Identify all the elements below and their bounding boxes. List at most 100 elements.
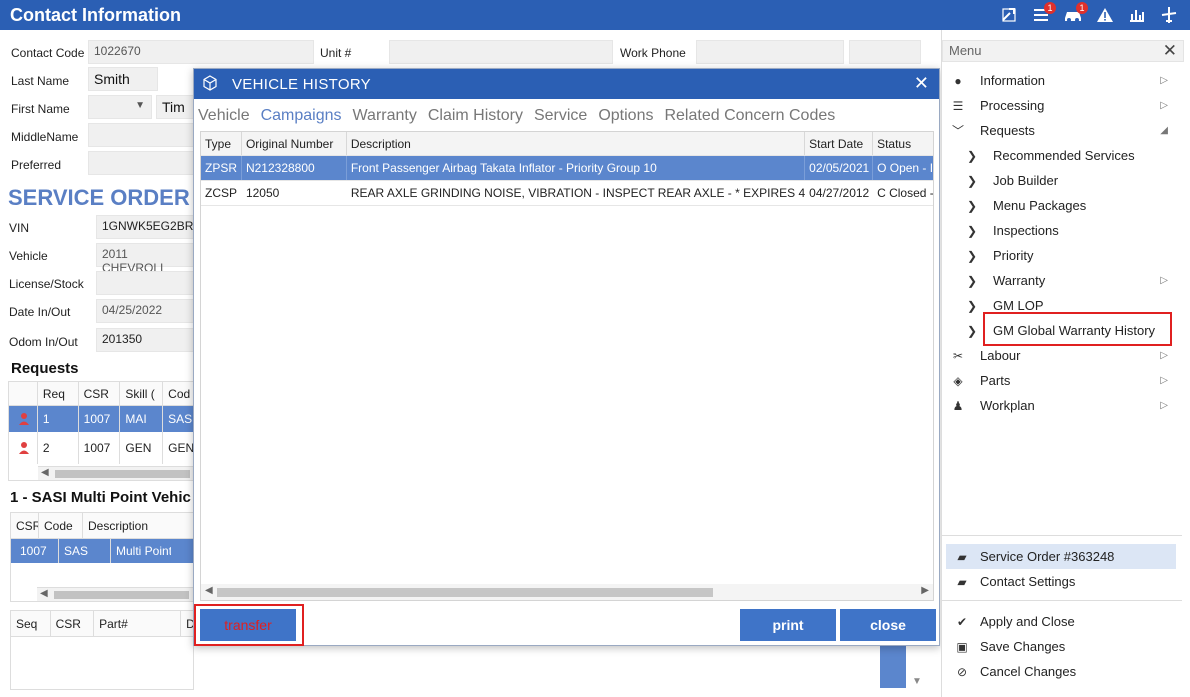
table-row[interactable]: ZPSR N212328800 Front Passenger Airbag T… <box>201 156 933 181</box>
table-hscrollbar[interactable]: ◀ ▶ <box>201 584 933 600</box>
scroll-right-icon[interactable]: ▶ <box>921 585 929 596</box>
col-header[interactable]: Seq <box>11 611 51 636</box>
work-phone-field[interactable] <box>696 40 844 64</box>
menu-item-job-builder[interactable]: ❯ Job Builder <box>942 168 1182 193</box>
menu-item-service-order[interactable]: ▰ Service Order #363248 <box>946 544 1176 569</box>
scroll-left-icon[interactable]: ◀ <box>40 588 48 599</box>
col-header[interactable]: Status <box>873 132 933 155</box>
col-header[interactable]: CSR <box>51 611 95 636</box>
menu-item-inspections[interactable]: ❯ Inspections <box>942 218 1182 243</box>
vertical-scroll-thumb[interactable] <box>880 644 906 688</box>
multipoint-scrollbar[interactable]: ◀ <box>37 587 193 601</box>
col-header[interactable]: Skill ( <box>120 382 164 405</box>
table-row[interactable]: ZCSP 12050 REAR AXLE GRINDING NOISE, VIB… <box>201 181 933 206</box>
menu-item-contact-settings[interactable]: ▰ Contact Settings <box>946 569 1176 594</box>
menu-item-recommended-services[interactable]: ❯ Recommended Services <box>942 143 1182 168</box>
cancel-icon: ⊘ <box>956 664 968 679</box>
col-header[interactable]: Part# <box>94 611 182 636</box>
col-header[interactable]: Description <box>347 132 806 155</box>
scroll-left-icon[interactable]: ◀ <box>41 467 49 478</box>
menu-item-information[interactable]: ● Information ▷ <box>942 68 1182 93</box>
scroll-left-icon[interactable]: ◀ <box>205 585 213 596</box>
col-header[interactable]: Type <box>201 132 242 155</box>
col-header[interactable]: Description <box>83 513 193 538</box>
tab-service[interactable]: Service <box>534 107 587 125</box>
close-icon[interactable]: ✕ <box>914 73 929 94</box>
col-header[interactable]: CSR <box>11 513 39 538</box>
odom-field[interactable]: 201350 <box>96 328 194 352</box>
col-header[interactable]: CSR <box>79 382 121 405</box>
menu-item-requests[interactable]: ﹀ Requests ◢ <box>942 118 1182 143</box>
col-header[interactable]: Req <box>38 382 79 405</box>
list-icon[interactable]: 1 <box>1030 2 1056 26</box>
preferred-label: Preferred <box>11 158 62 172</box>
car-badge: 1 <box>1076 2 1088 14</box>
tab-claim-history[interactable]: Claim History <box>428 107 523 125</box>
menu-item-warranty[interactable]: ❯ Warranty ▷ <box>942 268 1182 293</box>
scroll-down-icon[interactable]: ▼ <box>912 676 922 687</box>
tab-options[interactable]: Options <box>598 107 653 125</box>
cancel-changes-button[interactable]: ⊘ Cancel Changes <box>946 659 1176 684</box>
multipoint-title: 1 - SASI Multi Point Vehic <box>10 489 191 506</box>
first-name-field[interactable]: Tim <box>156 95 196 119</box>
col-header[interactable]: Start Date <box>805 132 874 155</box>
transfer-button[interactable]: transfer <box>200 609 296 641</box>
preferred-field[interactable] <box>88 151 194 175</box>
chevron-right-icon: ❯ <box>966 148 978 163</box>
tab-campaigns[interactable]: Campaigns <box>261 107 342 125</box>
vehicle-label: Vehicle <box>9 249 48 263</box>
vehicle-history-dialog: VEHICLE HISTORY ✕ Vehicle Campaigns Warr… <box>193 68 940 646</box>
requests-scrollbar[interactable]: ◀ <box>38 466 194 480</box>
menu-item-workplan[interactable]: ♟ Workplan ▷ <box>942 393 1182 418</box>
table-row[interactable]: 1 1007 MAI SAS <box>9 406 193 432</box>
apply-and-close-button[interactable]: ✔ Apply and Close <box>946 609 1176 634</box>
middle-name-field[interactable] <box>88 123 194 147</box>
col-header[interactable]: D <box>181 611 193 636</box>
tools-icon[interactable] <box>998 4 1020 26</box>
close-icon[interactable]: ✕ <box>1163 41 1177 61</box>
page-title: Contact Information <box>10 5 181 25</box>
person-icon <box>9 406 38 432</box>
col-header[interactable]: Original Number <box>242 132 347 155</box>
dialog-title: VEHICLE HISTORY <box>232 76 371 93</box>
layers-icon: ◈ <box>953 373 963 388</box>
chart-icon[interactable] <box>1126 4 1148 26</box>
col-header[interactable]: Cod <box>163 382 193 405</box>
menu-item-processing[interactable]: ☰ Processing ▷ <box>942 93 1182 118</box>
tab-vehicle[interactable]: Vehicle <box>198 107 250 125</box>
menu-item-labour[interactable]: ✂ Labour ▷ <box>942 343 1182 368</box>
info-icon: ● <box>954 73 962 88</box>
table-row[interactable]: 2 1007 GEN GEN <box>9 432 193 464</box>
chevron-right-icon: ▷ <box>1160 400 1168 411</box>
chevron-right-icon: ❯ <box>966 198 978 213</box>
table-row[interactable]: 1007 SAS Multi Point <box>11 539 193 563</box>
menu-item-menu-packages[interactable]: ❯ Menu Packages <box>942 193 1182 218</box>
title-bar: Contact Information 1 1 <box>0 0 1190 30</box>
work-phone-ext-field[interactable] <box>849 40 921 64</box>
highlight-box <box>983 312 1172 346</box>
vehicle-field[interactable]: 2011 CHEVROLI <box>96 243 194 275</box>
print-button[interactable]: print <box>740 609 836 641</box>
save-changes-button[interactable]: ▣ Save Changes <box>946 634 1176 659</box>
vin-field[interactable]: 1GNWK5EG2BR <box>96 215 194 239</box>
unit-field[interactable] <box>389 40 613 64</box>
plane-icon[interactable] <box>1158 4 1180 26</box>
menu-item-parts[interactable]: ◈ Parts ▷ <box>942 368 1182 393</box>
last-name-field[interactable]: Smith <box>88 67 158 91</box>
col-header[interactable]: Code <box>39 513 83 538</box>
car-icon[interactable]: 1 <box>1062 2 1088 26</box>
tab-warranty[interactable]: Warranty <box>353 107 417 125</box>
chevron-right-icon: ❯ <box>966 298 978 313</box>
license-field[interactable] <box>96 271 194 295</box>
folder-open-icon: ▰ <box>957 574 967 589</box>
warning-icon[interactable] <box>1094 4 1116 26</box>
menu-item-priority[interactable]: ❯ Priority <box>942 243 1182 268</box>
salutation-select[interactable]: ▼ <box>88 95 152 119</box>
requests-title: Requests <box>11 360 79 377</box>
tab-related-concern-codes[interactable]: Related Concern Codes <box>664 107 835 125</box>
date-field[interactable]: 04/25/2022 <box>96 299 194 323</box>
close-button[interactable]: close <box>840 609 936 641</box>
date-label: Date In/Out <box>9 305 71 319</box>
contact-code-field[interactable]: 1022670 <box>88 40 314 64</box>
middle-name-label: MiddleName <box>11 130 79 144</box>
